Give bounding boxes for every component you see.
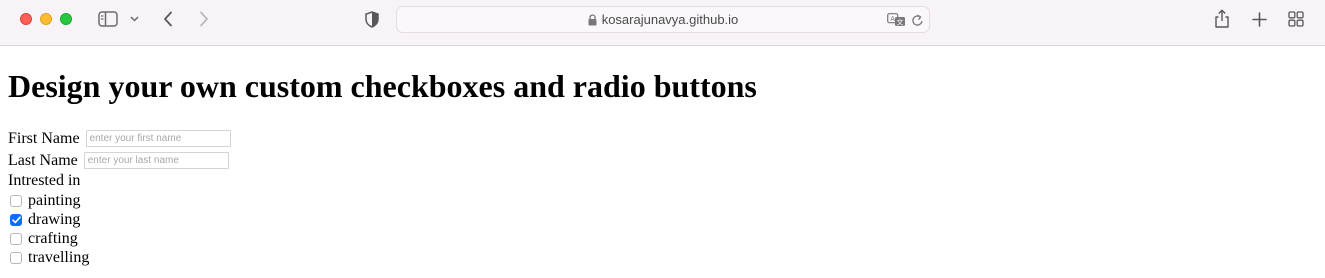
address-bar[interactable]: kosarajunavya.github.io A文 <box>396 6 930 33</box>
translate-icon[interactable]: A文 <box>886 12 906 28</box>
svg-text:文: 文 <box>896 17 903 26</box>
crafting-checkbox[interactable] <box>10 232 22 245</box>
chevron-down-icon[interactable] <box>129 14 139 24</box>
travelling-checkbox[interactable] <box>10 251 22 264</box>
drawing-label: drawing <box>28 211 81 228</box>
browser-toolbar: kosarajunavya.github.io A文 <box>0 0 1325 46</box>
minimize-window-button[interactable] <box>40 13 52 25</box>
close-window-button[interactable] <box>20 13 32 25</box>
painting-checkbox[interactable] <box>10 194 22 207</box>
page-content: Design your own custom checkboxes and ra… <box>8 46 1325 278</box>
signup-form: First Name Last Name Intrested in painti… <box>8 127 231 267</box>
shield-icon[interactable] <box>363 9 381 29</box>
crafting-label: crafting <box>28 230 78 247</box>
interest-option-drawing[interactable]: drawing <box>8 210 231 229</box>
last-name-input[interactable] <box>83 151 229 169</box>
url-text: kosarajunavya.github.io <box>601 12 739 27</box>
interest-option-painting[interactable]: painting <box>8 191 231 210</box>
last-name-label: Last Name <box>8 151 78 169</box>
share-icon[interactable] <box>1212 7 1232 29</box>
tab-overview-icon[interactable] <box>1287 10 1305 28</box>
travelling-label: travelling <box>28 249 90 266</box>
plus-icon[interactable] <box>1250 10 1268 28</box>
page-title: Design your own custom checkboxes and ra… <box>8 68 757 104</box>
lock-icon <box>588 13 597 26</box>
reload-icon[interactable] <box>909 12 925 28</box>
interests-label: Intrested in <box>8 172 81 189</box>
first-name-input[interactable] <box>85 129 231 147</box>
svg-text:A: A <box>890 15 895 23</box>
forward-icon[interactable] <box>196 10 212 28</box>
painting-label: painting <box>28 192 81 209</box>
interest-option-travelling[interactable]: travelling <box>8 248 231 267</box>
drawing-checkbox[interactable] <box>10 213 22 226</box>
zoom-window-button[interactable] <box>60 13 72 25</box>
first-name-label: First Name <box>8 129 80 147</box>
interest-option-crafting[interactable]: crafting <box>8 229 231 248</box>
back-icon[interactable] <box>160 10 176 28</box>
sidebar-icon[interactable] <box>97 10 119 28</box>
